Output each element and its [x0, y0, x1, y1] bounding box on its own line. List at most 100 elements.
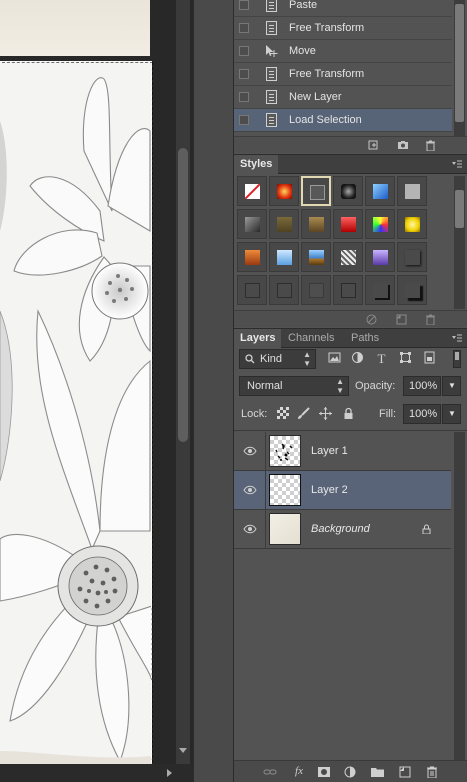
tab-styles[interactable]: Styles	[234, 155, 279, 174]
fill-dropdown-button[interactable]: ▼	[442, 404, 461, 424]
style-swatch[interactable]	[269, 176, 299, 206]
history-snapshot-checkbox[interactable]	[239, 92, 249, 102]
style-swatch[interactable]	[269, 209, 299, 239]
styles-scroll-thumb[interactable]	[455, 190, 464, 228]
trash-icon[interactable]	[425, 140, 436, 152]
layer-row-layer-1[interactable]: Layer 1	[234, 432, 451, 471]
visibility-toggle[interactable]	[234, 432, 266, 471]
style-swatch-none[interactable]	[237, 176, 267, 206]
chevron-down-icon: ▼	[448, 409, 456, 418]
style-swatch[interactable]	[301, 242, 331, 272]
filter-type-layers-icon[interactable]: T	[374, 351, 389, 366]
history-item-label: Free Transform	[289, 68, 365, 80]
style-swatch[interactable]	[365, 176, 395, 206]
document-top-strip	[0, 0, 150, 56]
style-swatch[interactable]	[237, 209, 267, 239]
delete-layer-trash-icon[interactable]	[426, 766, 438, 779]
history-item-selected[interactable]: Load Selection	[234, 109, 452, 132]
style-swatch[interactable]	[397, 275, 427, 305]
style-swatch[interactable]	[397, 176, 427, 206]
styles-scrollbar[interactable]	[454, 176, 465, 309]
style-swatch[interactable]	[365, 275, 395, 305]
blend-mode-select[interactable]: Normal ▲ ▼	[239, 376, 349, 396]
style-swatch[interactable]	[365, 209, 395, 239]
layers-scrollbar[interactable]	[454, 432, 465, 760]
style-swatch[interactable]	[365, 242, 395, 272]
scroll-down-arrow-icon[interactable]	[179, 748, 187, 753]
visibility-toggle[interactable]	[234, 471, 266, 510]
new-adjustment-layer-icon[interactable]	[344, 766, 356, 778]
history-item[interactable]: Free Transform	[234, 63, 452, 86]
panel-menu-icon[interactable]	[451, 333, 463, 343]
filter-shape-layers-icon[interactable]	[398, 351, 413, 366]
lock-all-icon[interactable]	[341, 407, 356, 422]
add-layer-mask-icon[interactable]	[318, 767, 330, 777]
camera-snapshot-icon[interactable]	[397, 140, 408, 150]
eye-icon[interactable]	[243, 484, 257, 496]
style-swatch[interactable]	[333, 176, 363, 206]
style-swatch[interactable]	[269, 275, 299, 305]
tab-paths[interactable]: Paths	[345, 329, 385, 348]
canvas-vertical-scrollbar[interactable]	[176, 0, 190, 764]
history-snapshot-checkbox[interactable]	[239, 69, 249, 79]
style-swatch[interactable]	[301, 209, 331, 239]
layer-row-layer-2[interactable]: Layer 2	[234, 471, 451, 510]
style-swatch[interactable]	[237, 242, 267, 272]
style-swatch[interactable]	[333, 275, 363, 305]
filter-smart-objects-icon[interactable]	[422, 351, 437, 366]
dropdown-arrows-icon: ▲ ▼	[336, 377, 344, 395]
canvas-image-sketch-flowers[interactable]	[0, 61, 152, 768]
history-snapshot-checkbox[interactable]	[239, 0, 249, 10]
history-item[interactable]: New Layer	[234, 86, 452, 109]
history-scrollbar[interactable]	[454, 0, 465, 136]
document-canvas-area[interactable]	[0, 0, 193, 782]
canvas-horizontal-scrollbar[interactable]	[0, 764, 193, 782]
filter-adjustment-layers-icon[interactable]	[350, 351, 365, 366]
history-item[interactable]: Free Transform	[234, 17, 452, 40]
layer-thumbnail	[269, 474, 301, 506]
new-style-icon[interactable]	[396, 314, 407, 325]
panel-menu-icon[interactable]	[451, 159, 463, 169]
layers-footer-bar: fx	[234, 760, 467, 782]
history-snapshot-checkbox[interactable]	[239, 46, 249, 56]
lock-transparent-pixels-icon[interactable]	[275, 407, 290, 422]
style-swatch-selected[interactable]	[301, 176, 331, 206]
filter-toggle-switch[interactable]	[453, 350, 461, 368]
opacity-dropdown-button[interactable]: ▼	[442, 376, 461, 396]
history-item-label: New Layer	[289, 91, 342, 103]
canvas-vertical-scroll-thumb[interactable]	[178, 148, 188, 442]
lock-position-icon[interactable]	[318, 407, 333, 422]
history-scroll-thumb[interactable]	[455, 4, 464, 122]
style-swatch[interactable]	[269, 242, 299, 272]
trash-icon[interactable]	[425, 314, 436, 326]
filter-pixel-layers-icon[interactable]	[327, 351, 342, 366]
document-icon	[264, 0, 278, 12]
new-layer-icon[interactable]	[399, 766, 411, 778]
style-swatch[interactable]	[333, 242, 363, 272]
layer-style-fx-icon[interactable]: fx	[291, 766, 307, 777]
history-item[interactable]: Paste	[234, 0, 452, 17]
lock-image-pixels-icon[interactable]	[296, 407, 311, 422]
scroll-right-arrow-icon[interactable]	[167, 769, 172, 777]
eye-icon[interactable]	[243, 523, 257, 535]
history-snapshot-checkbox[interactable]	[239, 115, 249, 125]
history-item[interactable]: Move	[234, 40, 452, 63]
style-swatch[interactable]	[237, 275, 267, 305]
eye-icon[interactable]	[243, 445, 257, 457]
tab-layers[interactable]: Layers	[234, 329, 282, 348]
visibility-toggle[interactable]	[234, 510, 266, 549]
link-layers-icon[interactable]	[263, 767, 277, 777]
history-snapshot-checkbox[interactable]	[239, 23, 249, 33]
opacity-input[interactable]: 100%	[403, 376, 441, 396]
layer-row-background[interactable]: Background	[234, 510, 451, 549]
style-swatch[interactable]	[397, 242, 427, 272]
new-group-folder-icon[interactable]	[371, 767, 384, 777]
style-swatch[interactable]	[333, 209, 363, 239]
tab-channels[interactable]: Channels	[282, 329, 340, 348]
style-swatch[interactable]	[301, 275, 331, 305]
clear-style-icon[interactable]	[366, 314, 377, 325]
style-swatch[interactable]	[397, 209, 427, 239]
new-document-from-state-icon[interactable]	[368, 140, 379, 150]
fill-input[interactable]: 100%	[403, 404, 441, 424]
filter-kind-select[interactable]: Kind ▲ ▼	[239, 349, 316, 369]
